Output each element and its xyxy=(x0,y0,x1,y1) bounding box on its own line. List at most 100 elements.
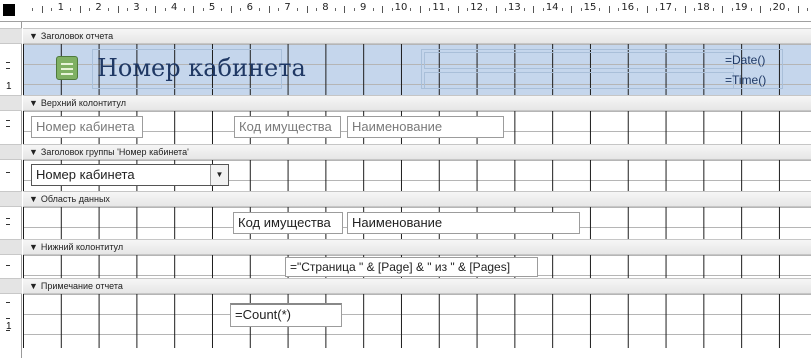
ruler-number: 11 xyxy=(432,2,446,13)
collapse-arrow-icon: ▼ xyxy=(29,147,38,157)
ruler-tick xyxy=(561,8,563,11)
ruler-number: 13 xyxy=(508,2,521,13)
dropdown-arrow-icon[interactable]: ▼ xyxy=(210,165,228,185)
ruler-tick xyxy=(240,8,242,11)
ruler-number: 1 xyxy=(6,321,12,332)
detail-section-bar[interactable]: ▼ Область данных xyxy=(23,191,811,207)
page-header-label-room[interactable]: Номер кабинета xyxy=(31,116,143,138)
report-title[interactable]: Номер кабинета xyxy=(93,53,306,83)
section-label: Область данных xyxy=(40,194,110,204)
ruler-tick xyxy=(353,8,355,11)
ruler-tick xyxy=(712,8,714,11)
ruler-tick xyxy=(372,8,374,11)
ruler-tick xyxy=(807,8,809,11)
ruler-mark xyxy=(6,318,10,319)
room-number-combo[interactable]: Номер кабинета ▼ xyxy=(31,164,229,186)
ruler-mark xyxy=(6,126,10,127)
ruler-tick xyxy=(89,8,91,11)
ruler-tick xyxy=(429,8,431,11)
ruler-tick xyxy=(334,8,336,11)
ruler-section-gap xyxy=(0,278,22,294)
ruler-section-gap xyxy=(0,191,22,207)
ruler-number: 20 xyxy=(772,2,786,13)
ruler-tick xyxy=(618,8,620,11)
ruler-tick xyxy=(126,8,128,11)
ruler-number: 17 xyxy=(659,2,672,13)
page-footer-section-bar[interactable]: ▼ Нижний колонтитул xyxy=(23,239,811,255)
ruler-tick xyxy=(183,8,185,11)
ruler-tick xyxy=(533,6,535,13)
ruler-tick xyxy=(145,8,147,11)
ruler-tick xyxy=(571,6,573,13)
detail-field-name[interactable]: Наименование xyxy=(347,212,580,234)
time-expression[interactable]: =Time() xyxy=(725,72,766,88)
ruler-tick xyxy=(391,8,393,11)
ruler-tick xyxy=(750,8,752,11)
ruler-number: 5 xyxy=(208,2,216,13)
report-footer-section-bar[interactable]: ▼ Примечание отчета xyxy=(23,278,811,294)
report-logo-icon[interactable] xyxy=(56,56,78,80)
ruler-tick xyxy=(41,6,43,13)
ruler-number: 18 xyxy=(697,2,710,13)
ruler-tick xyxy=(202,8,204,11)
report-header-band[interactable]: Номер кабинета =Date() =Time() xyxy=(23,44,811,95)
ruler-tick xyxy=(344,6,346,13)
ruler-number: 14 xyxy=(545,2,559,13)
ruler-tick xyxy=(504,8,506,11)
ruler-tick xyxy=(457,6,459,13)
ruler-mark xyxy=(6,172,10,173)
ruler-mark xyxy=(6,302,10,303)
ruler-tick xyxy=(523,8,525,11)
ruler-number: 10 xyxy=(394,2,408,13)
ruler-tick xyxy=(788,8,790,11)
group-header-section-bar[interactable]: ▼ Заголовок группы 'Номер кабинета' xyxy=(23,144,811,160)
ruler-number: 1 xyxy=(6,81,12,92)
ruler-number: 4 xyxy=(171,2,178,13)
combo-value: Номер кабинета xyxy=(36,167,135,182)
ruler-mark xyxy=(6,218,10,219)
group-header-band[interactable]: Номер кабинета ▼ xyxy=(23,160,811,191)
ruler-tick xyxy=(230,6,232,13)
date-expression[interactable]: =Date() xyxy=(725,52,765,68)
detail-band[interactable]: Код имущества Наименование xyxy=(23,207,811,239)
ruler-number: 3 xyxy=(133,2,140,13)
collapse-arrow-icon: ▼ xyxy=(29,281,38,291)
ruler-tick xyxy=(542,8,544,11)
detail-field-code[interactable]: Код имущества xyxy=(233,212,343,234)
ruler-tick xyxy=(155,6,157,13)
ruler-corner-square-icon[interactable] xyxy=(3,4,15,16)
ruler-number: 15 xyxy=(583,2,597,13)
ruler-tick xyxy=(495,6,497,13)
ruler-section-gap xyxy=(0,239,22,255)
ruler-tick xyxy=(297,8,299,11)
ruler-tick xyxy=(32,8,34,11)
ruler-tick xyxy=(79,6,81,13)
ruler-mark xyxy=(6,224,10,225)
collapse-arrow-icon: ▼ xyxy=(29,98,38,108)
count-expression[interactable]: =Count(*) xyxy=(230,303,342,327)
ruler-section-gap xyxy=(0,144,22,160)
page-header-label-code[interactable]: Код имущества xyxy=(234,116,341,138)
report-footer-band[interactable]: =Count(*) xyxy=(23,294,811,348)
page-number-expression[interactable]: ="Страница " & [Page] & " из " & [Pages] xyxy=(285,257,538,277)
ruler-tick xyxy=(675,8,677,11)
section-label: Нижний колонтитул xyxy=(40,242,124,252)
page-header-label-name[interactable]: Наименование xyxy=(347,116,504,138)
ruler-tick xyxy=(117,6,119,13)
vertical-ruler: 11 xyxy=(0,22,22,358)
ruler-tick xyxy=(278,8,280,11)
ruler-tick xyxy=(722,6,724,13)
ruler-tick xyxy=(108,8,110,11)
report-header-section-bar[interactable]: ▼ Заголовок отчета xyxy=(23,28,811,44)
section-label: Заголовок группы 'Номер кабинета' xyxy=(40,147,189,157)
page-footer-band[interactable]: ="Страница " & [Page] & " из " & [Pages] xyxy=(23,255,811,278)
page-header-band[interactable]: Номер кабинета Код имущества Наименовани… xyxy=(23,111,811,144)
horizontal-ruler: 1 2 3 4 5 6 7 8 9 10 11 12 13 14 15 16 17 18 19 20 xyxy=(0,0,811,22)
page-header-section-bar[interactable]: ▼ Верхний колонтитул xyxy=(23,95,811,111)
ruler-section-gap xyxy=(0,95,22,111)
ruler-tick xyxy=(51,8,53,11)
report-design-surface[interactable]: ▼ Заголовок отчета Номер кабинета =Date()… xyxy=(23,22,811,358)
ruler-mark xyxy=(6,62,10,63)
ruler-tick xyxy=(382,6,384,13)
ruler-tick xyxy=(797,6,799,13)
